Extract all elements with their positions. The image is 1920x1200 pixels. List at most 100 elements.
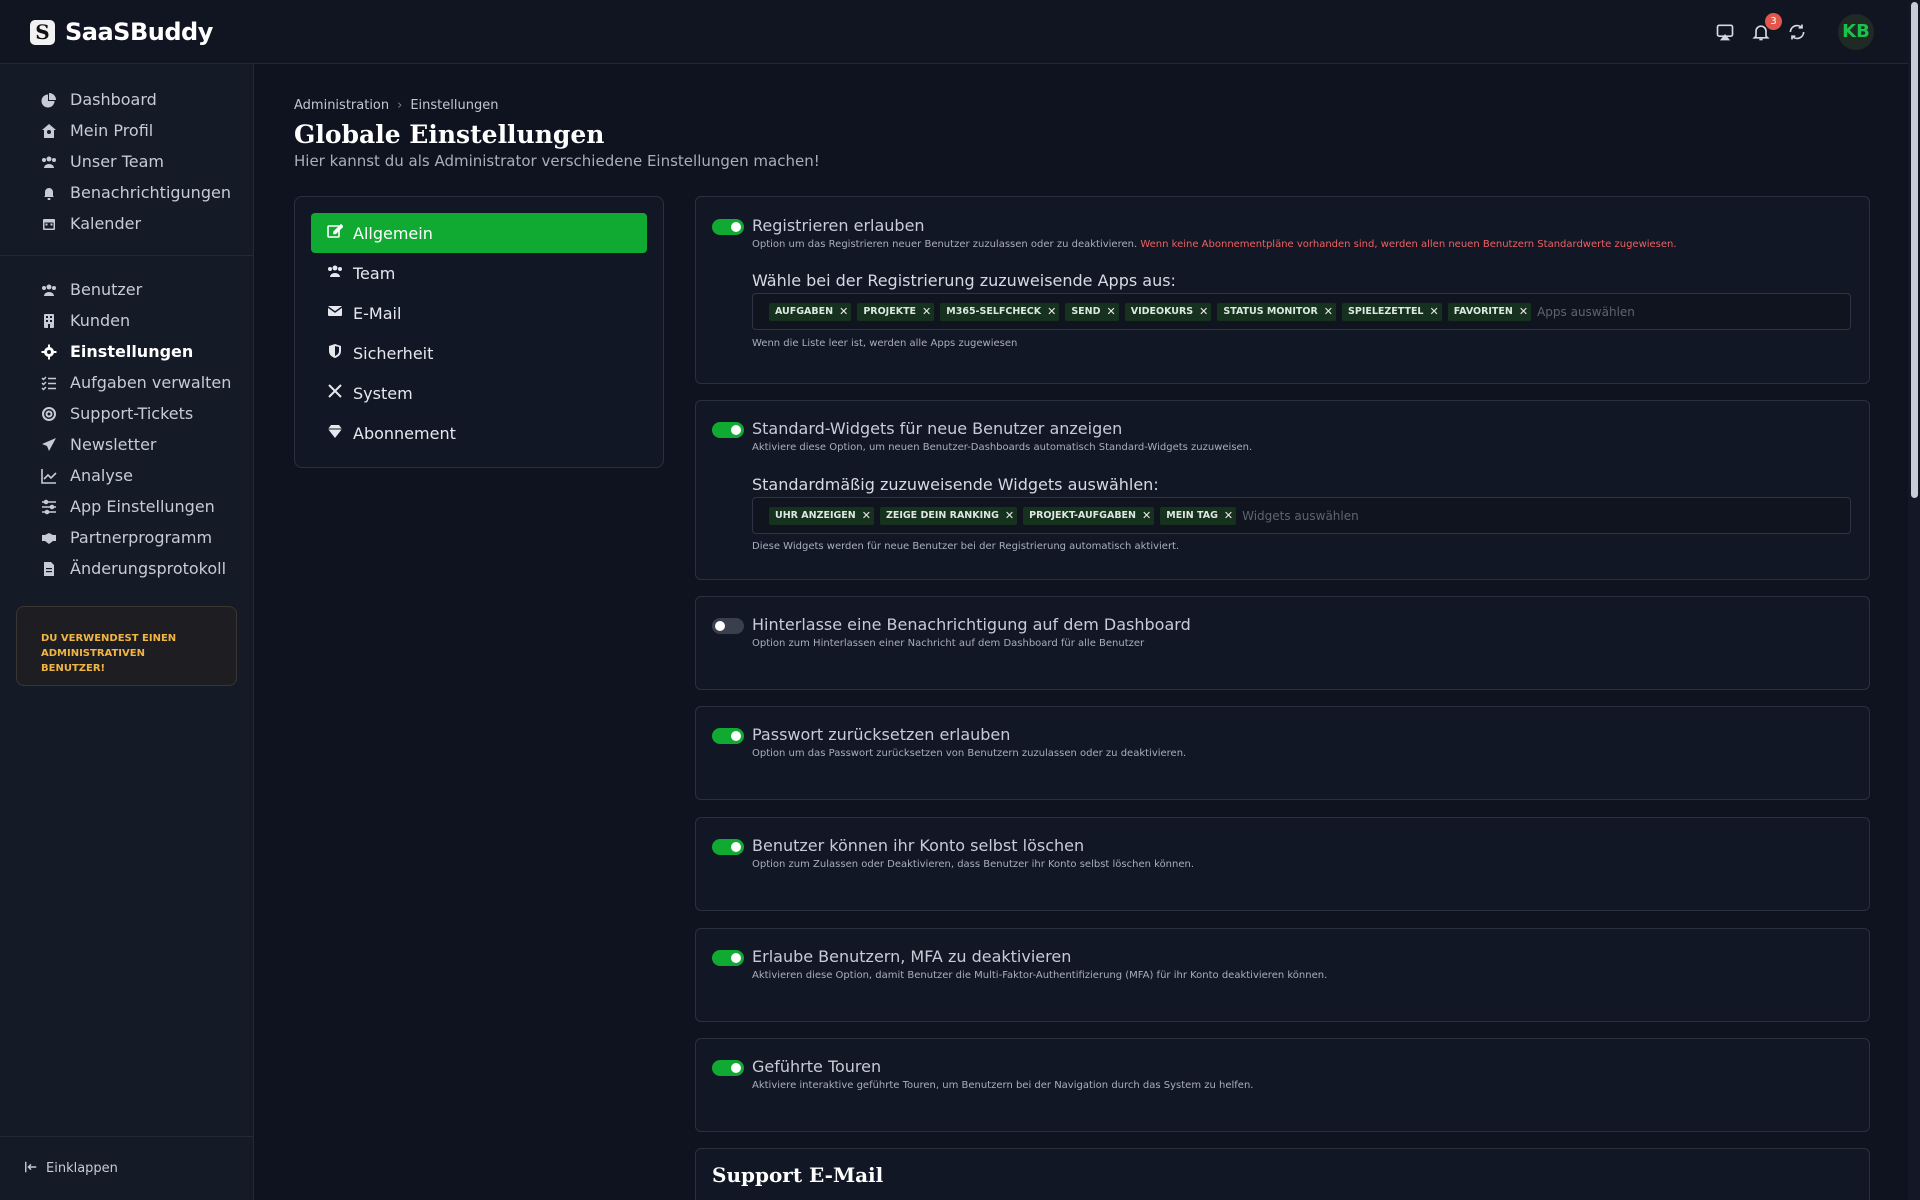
sidebar-item-analysis[interactable]: Analyse bbox=[0, 460, 253, 491]
tab-email[interactable]: E-Mail bbox=[311, 293, 647, 333]
collapse-label: Einklappen bbox=[46, 1161, 118, 1176]
tab-abonnement[interactable]: Abonnement bbox=[311, 413, 647, 453]
remove-tag-icon[interactable]: ✕ bbox=[1324, 305, 1333, 318]
file-icon bbox=[40, 560, 58, 578]
logo-mark-icon: S bbox=[30, 19, 55, 45]
delete-account-toggle[interactable] bbox=[712, 839, 744, 855]
app-tag: AUFGABEN ✕ bbox=[769, 302, 852, 321]
tag-label: M365-SELFCHECK bbox=[946, 306, 1042, 317]
tag-label: VIDEOKURS bbox=[1130, 306, 1194, 317]
apps-select[interactable]: AUFGABEN ✕ PROJEKTE ✕ M365-SELFCHECK ✕ SEND… bbox=[752, 293, 1851, 330]
sidebar-item-label: Support-Tickets bbox=[70, 404, 194, 423]
sidebar-item-dashboard[interactable]: Dashboard bbox=[0, 84, 253, 115]
shield-icon bbox=[327, 343, 343, 363]
sidebar-group-admin: Benutzer Kunden Einstellungen Aufgaben v… bbox=[0, 274, 253, 584]
tab-label: Sicherheit bbox=[353, 343, 434, 363]
delete-account-title: Benutzer können ihr Konto selbst löschen bbox=[752, 836, 1085, 855]
mfa-toggle[interactable] bbox=[712, 950, 744, 966]
registration-desc: Option um das Registrieren neuer Benutze… bbox=[752, 239, 1677, 250]
remove-tag-icon[interactable]: ✕ bbox=[1224, 509, 1233, 522]
sidebar-item-label: Dashboard bbox=[70, 90, 157, 109]
password-reset-desc: Option um das Passwort zurücksetzen von … bbox=[752, 748, 1187, 759]
password-reset-toggle[interactable] bbox=[712, 728, 744, 744]
tools-icon bbox=[327, 383, 343, 403]
sidebar-item-changelog[interactable]: Änderungsprotokoll bbox=[0, 553, 253, 584]
sidebar-item-settings[interactable]: Einstellungen bbox=[0, 336, 253, 367]
bell-icon[interactable]: 3 bbox=[1748, 13, 1782, 45]
mfa-title: Erlaube Benutzern, MFA zu deaktivieren bbox=[752, 947, 1072, 966]
registration-warning: Wenn keine Abonnementpläne vorhanden sin… bbox=[1140, 239, 1677, 250]
dashboard-notice-toggle[interactable] bbox=[712, 618, 744, 634]
sidebar-item-users[interactable]: Benutzer bbox=[0, 274, 253, 305]
bell-icon bbox=[40, 184, 58, 202]
registration-toggle[interactable] bbox=[712, 219, 744, 235]
remove-tag-icon[interactable]: ✕ bbox=[1142, 509, 1151, 522]
dashboard-notice-desc: Option zum Hinterlassen einer Nachricht … bbox=[752, 638, 1145, 649]
tag-label: ZEIGE DEIN RANKING bbox=[885, 510, 999, 521]
sidebar-item-label: Mein Profil bbox=[70, 121, 154, 140]
widgets-card: Standard-Widgets für neue Benutzer anzei… bbox=[695, 400, 1870, 580]
remove-tag-icon[interactable]: ✕ bbox=[862, 509, 871, 522]
tab-label: System bbox=[353, 383, 413, 403]
paper-plane-icon bbox=[40, 436, 58, 454]
tag-label: STATUS MONITOR bbox=[1223, 306, 1318, 317]
tag-label: SEND bbox=[1071, 306, 1101, 317]
sidebar-item-tasks[interactable]: Aufgaben verwalten bbox=[0, 367, 253, 398]
remove-tag-icon[interactable]: ✕ bbox=[1047, 305, 1056, 318]
tag-label: UHR ANZEIGEN bbox=[775, 510, 856, 521]
remove-tag-icon[interactable]: ✕ bbox=[922, 305, 931, 318]
collapse-button[interactable]: Einklappen bbox=[0, 1136, 253, 1200]
mfa-card: Erlaube Benutzern, MFA zu deaktivieren A… bbox=[695, 928, 1870, 1022]
sidebar-item-label: Benachrichtigungen bbox=[70, 183, 231, 202]
breadcrumb-current: Einstellungen bbox=[410, 98, 499, 113]
tab-sicherheit[interactable]: Sicherheit bbox=[311, 333, 647, 373]
tab-allgemein[interactable]: Allgemein bbox=[311, 213, 647, 253]
dashboard-notice-title: Hinterlasse eine Benachrichtigung auf de… bbox=[752, 615, 1191, 634]
widgets-toggle[interactable] bbox=[712, 422, 744, 438]
tab-system[interactable]: System bbox=[311, 373, 647, 413]
widgets-select[interactable]: UHR ANZEIGEN ✕ ZEIGE DEIN RANKING ✕ PROJEK… bbox=[752, 497, 1851, 534]
mfa-desc: Aktivieren diese Option, damit Benutzer … bbox=[752, 970, 1328, 981]
lifebuoy-icon bbox=[40, 405, 58, 423]
app-tag: FAVORITEN ✕ bbox=[1447, 302, 1532, 321]
widgets-desc: Aktiviere diese Option, um neuen Benutze… bbox=[752, 442, 1253, 453]
refresh-icon[interactable] bbox=[1784, 19, 1810, 45]
sidebar-item-calendar[interactable]: Kalender bbox=[0, 208, 253, 239]
tab-team[interactable]: Team bbox=[311, 253, 647, 293]
sidebar-item-profile[interactable]: Mein Profil bbox=[0, 115, 253, 146]
tours-toggle[interactable] bbox=[712, 1060, 744, 1076]
apps-placeholder[interactable]: Apps auswählen bbox=[1537, 305, 1635, 319]
sidebar-item-team[interactable]: Unser Team bbox=[0, 146, 253, 177]
registration-card: Registrieren erlauben Option um das Regi… bbox=[695, 196, 1870, 384]
sliders-icon bbox=[40, 498, 58, 516]
envelope-icon bbox=[327, 303, 343, 323]
page-title: Globale Einstellungen bbox=[294, 120, 605, 149]
remove-tag-icon[interactable]: ✕ bbox=[1199, 305, 1208, 318]
sidebar-item-support-tickets[interactable]: Support-Tickets bbox=[0, 398, 253, 429]
remove-tag-icon[interactable]: ✕ bbox=[1430, 305, 1439, 318]
scrollbar[interactable] bbox=[1908, 0, 1920, 1200]
remove-tag-icon[interactable]: ✕ bbox=[1519, 305, 1528, 318]
sidebar-item-customers[interactable]: Kunden bbox=[0, 305, 253, 336]
sidebar-item-app-settings[interactable]: App Einstellungen bbox=[0, 491, 253, 522]
sidebar-item-newsletter[interactable]: Newsletter bbox=[0, 429, 253, 460]
app-logo[interactable]: S SaaSBuddy bbox=[30, 18, 213, 46]
delete-account-card: Benutzer können ihr Konto selbst löschen… bbox=[695, 817, 1870, 911]
remove-tag-icon[interactable]: ✕ bbox=[839, 305, 848, 318]
scrollbar-thumb[interactable] bbox=[1911, 2, 1918, 498]
app-tag: M365-SELFCHECK ✕ bbox=[940, 302, 1060, 321]
top-bar: S SaaSBuddy 3 KB bbox=[0, 0, 1920, 64]
admin-notice: DU VERWENDEST EINEN ADMINISTRATIVEN BENU… bbox=[16, 606, 237, 686]
sidebar-item-partner-program[interactable]: Partnerprogramm bbox=[0, 522, 253, 553]
cast-icon[interactable] bbox=[1712, 19, 1738, 45]
sidebar-item-notifications[interactable]: Benachrichtigungen bbox=[0, 177, 253, 208]
remove-tag-icon[interactable]: ✕ bbox=[1107, 305, 1116, 318]
avatar[interactable]: KB bbox=[1838, 14, 1874, 50]
remove-tag-icon[interactable]: ✕ bbox=[1005, 509, 1014, 522]
widgets-placeholder[interactable]: Widgets auswählen bbox=[1242, 509, 1359, 523]
delete-account-desc: Option zum Zulassen oder Deaktivieren, d… bbox=[752, 859, 1195, 870]
edit-icon bbox=[327, 223, 344, 243]
list-check-icon bbox=[40, 374, 58, 392]
tab-label: Abonnement bbox=[353, 423, 456, 443]
breadcrumb-root[interactable]: Administration bbox=[294, 98, 389, 113]
